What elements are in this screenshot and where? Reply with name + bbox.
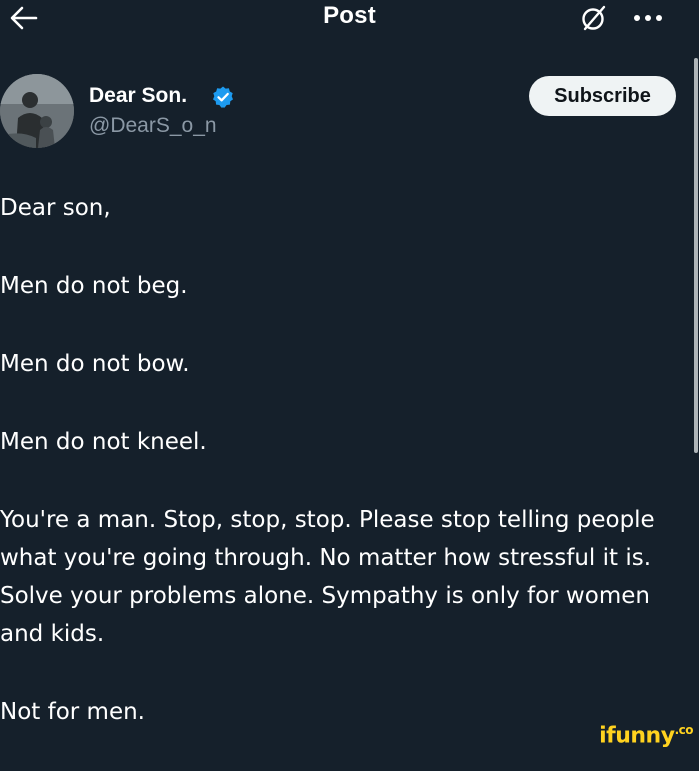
- ifunny-watermark: ifunny.co: [599, 723, 694, 749]
- post-line: Men do not beg.: [0, 273, 188, 299]
- more-horizontal-icon[interactable]: [630, 6, 666, 30]
- subscribe-button[interactable]: Subscribe: [529, 76, 676, 116]
- author-row: Dear Son. @DearS_o_n Subscribe: [0, 70, 699, 160]
- post-line: Men do not bow.: [0, 351, 190, 377]
- post-text: Dear son, Men do not beg. Men do not bow…: [0, 189, 690, 771]
- top-bar: Post: [0, 0, 699, 40]
- verified-badge-icon: [213, 86, 233, 108]
- watermark-suffix: .co: [674, 723, 694, 737]
- handle[interactable]: @DearS_o_n: [89, 114, 217, 138]
- grok-icon[interactable]: [580, 4, 608, 32]
- post-line: Men do not kneel.: [0, 429, 207, 455]
- post-line: Dear son,: [0, 195, 111, 221]
- display-name[interactable]: Dear Son.: [89, 84, 187, 108]
- scrollbar[interactable]: [694, 58, 698, 453]
- watermark-text: ifunny: [599, 723, 675, 749]
- post-line: You're a man. Stop, stop, stop. Please s…: [0, 507, 655, 647]
- post-line: Not for men.: [0, 699, 145, 725]
- avatar-photo: [0, 74, 74, 148]
- avatar[interactable]: [0, 74, 74, 148]
